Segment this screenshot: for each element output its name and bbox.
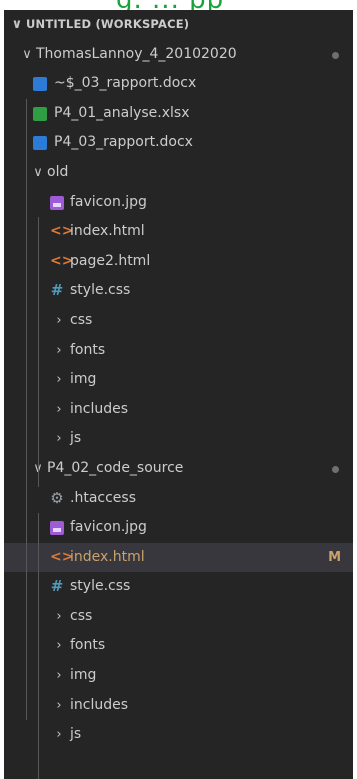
file-item[interactable]: # style.css (4, 276, 353, 306)
html-icon: <> (50, 223, 74, 240)
folder-label: fonts (70, 637, 106, 654)
chevron-right-icon: › (56, 697, 62, 713)
file-item[interactable]: # style.css (4, 572, 353, 602)
file-item[interactable]: favicon.jpg (4, 188, 353, 218)
file-item[interactable]: ⚙ .htaccess (4, 484, 353, 514)
status-dot (332, 51, 339, 59)
folder-item[interactable]: › css (4, 602, 353, 632)
chevron-right-icon: › (56, 342, 62, 358)
folder-old[interactable]: ∨ old (4, 158, 353, 188)
image-icon (50, 195, 64, 210)
word-icon (33, 136, 47, 151)
chevron-down-icon: ∨ (11, 17, 23, 32)
chevron-down-icon: ∨ (33, 164, 43, 180)
folder-item[interactable]: › img (4, 365, 353, 395)
folder-label: img (70, 667, 97, 684)
folder-item[interactable]: › includes (4, 691, 353, 721)
file-item[interactable]: <> page2.html (4, 247, 353, 277)
file-item[interactable]: P4_03_rapport.docx (4, 128, 353, 158)
image-icon (50, 521, 64, 536)
chevron-right-icon: › (56, 401, 62, 417)
file-item-selected[interactable]: <> index.html M (4, 542, 353, 573)
file-label: favicon.jpg (70, 519, 147, 536)
explorer-tree: ∨ UNTITLED (WORKSPACE) ∨ ThomasLannoy_4_… (4, 10, 353, 779)
modified-badge: M (328, 549, 341, 565)
file-item[interactable]: P4_01_analyse.xlsx (4, 99, 353, 129)
file-label: P4_01_analyse.xlsx (54, 104, 190, 121)
folder-label: css (70, 311, 93, 328)
file-label: style.css (70, 578, 131, 595)
file-label: style.css (70, 282, 131, 299)
folder-item[interactable]: › fonts (4, 336, 353, 366)
top-clipped-heading: g. ... pp (0, 0, 357, 10)
right-border (353, 10, 357, 779)
excel-icon (33, 106, 47, 121)
word-icon (33, 77, 47, 92)
chevron-right-icon: › (56, 372, 62, 388)
file-label: P4_03_rapport.docx (54, 134, 193, 151)
indent-guide (38, 217, 39, 487)
folder-item[interactable]: › fonts (4, 631, 353, 661)
file-label: favicon.jpg (70, 193, 147, 210)
folder-label: includes (70, 696, 129, 713)
file-label: page2.html (70, 252, 151, 269)
file-label: ~$_03_rapport.docx (54, 75, 197, 92)
gear-icon: ⚙ (50, 488, 64, 507)
chevron-right-icon: › (56, 312, 62, 328)
workspace-header[interactable]: ∨ UNTITLED (WORKSPACE) (4, 10, 353, 40)
chevron-right-icon: › (56, 638, 62, 654)
folder-item[interactable]: › js (4, 424, 353, 454)
file-label: .htaccess (70, 489, 136, 506)
chevron-down-icon: ∨ (22, 46, 32, 62)
folder-item[interactable]: › img (4, 661, 353, 691)
folder-root[interactable]: ∨ ThomasLannoy_4_20102020 (4, 40, 353, 70)
chevron-right-icon: › (56, 431, 62, 447)
file-label: index.html (70, 223, 145, 240)
status-dot (332, 465, 339, 473)
chevron-right-icon: › (56, 727, 62, 743)
chevron-right-icon: › (56, 608, 62, 624)
folder-label: css (70, 607, 93, 624)
folder-label: fonts (70, 341, 106, 358)
indent-guide (38, 513, 39, 779)
folder-item[interactable]: › includes (4, 395, 353, 425)
folder-code-source[interactable]: ∨ P4_02_code_source (4, 454, 353, 484)
file-item[interactable]: ~$_03_rapport.docx (4, 69, 353, 99)
folder-label: js (70, 430, 82, 447)
workspace-title: UNTITLED (WORKSPACE) (26, 17, 190, 31)
folder-label: js (70, 726, 82, 743)
folder-label: img (70, 371, 97, 388)
top-clipped-text: g. ... pp (116, 0, 224, 10)
html-icon: <> (50, 548, 74, 565)
html-icon: <> (50, 252, 74, 269)
css-icon: # (50, 281, 64, 300)
indent-guide (26, 99, 27, 720)
folder-label: includes (70, 400, 129, 417)
chevron-right-icon: › (56, 668, 62, 684)
folder-item[interactable]: › css (4, 306, 353, 336)
file-item[interactable]: favicon.jpg (4, 513, 353, 543)
css-icon: # (50, 577, 64, 596)
folder-label: old (47, 163, 69, 180)
file-label: index.html (70, 548, 145, 565)
folder-label: P4_02_code_source (47, 459, 184, 476)
folder-item[interactable]: › js (4, 720, 353, 750)
folder-label: ThomasLannoy_4_20102020 (36, 45, 237, 62)
file-item[interactable]: <> index.html (4, 217, 353, 247)
